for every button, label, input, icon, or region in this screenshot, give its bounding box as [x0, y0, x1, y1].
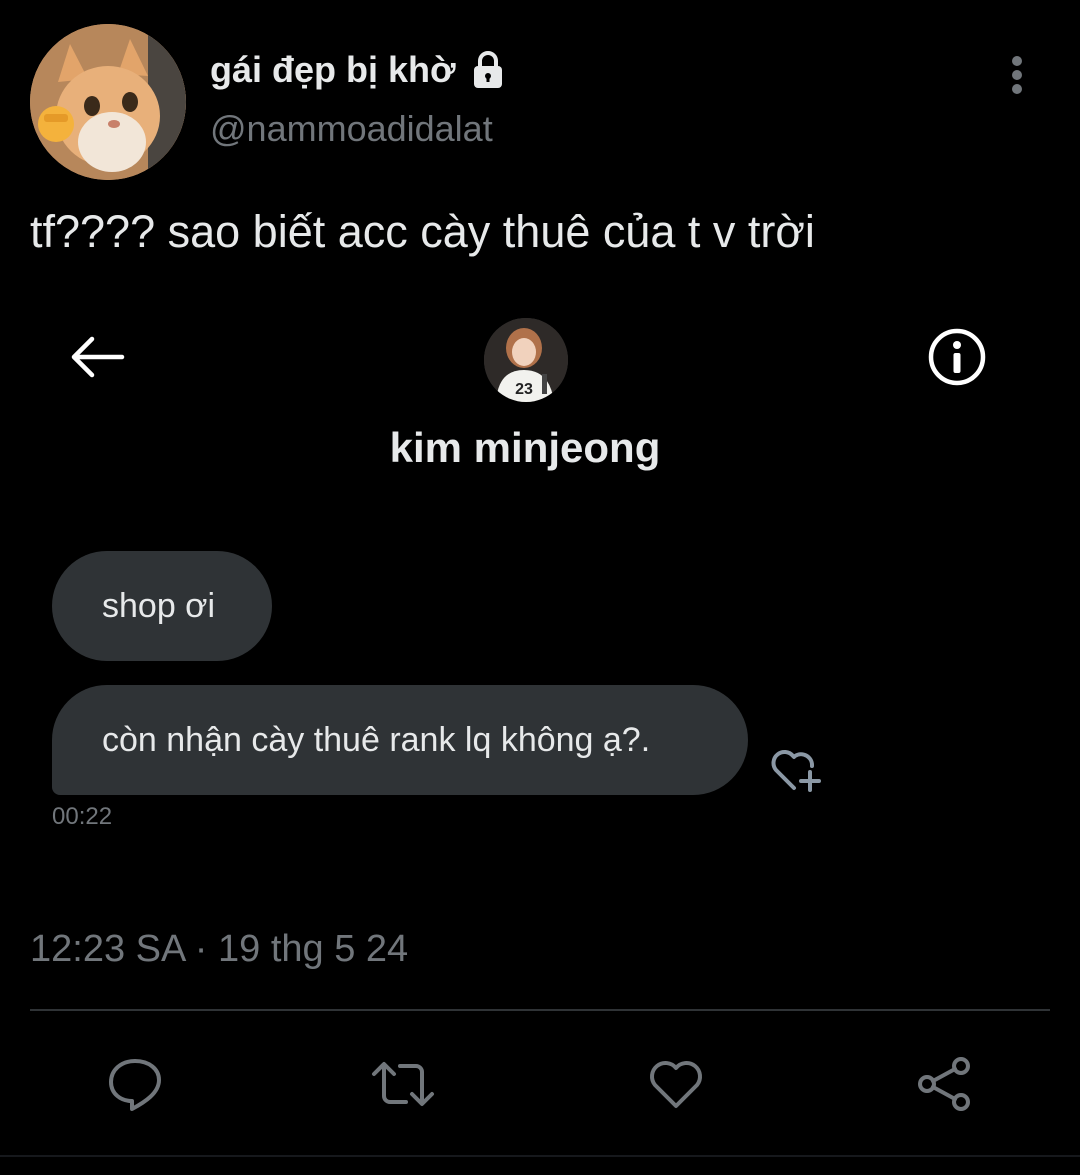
retweet-button[interactable] — [370, 1052, 436, 1116]
message-bubble: còn nhận cày thuê rank lq không ạ?. — [52, 685, 748, 795]
tweet-text: tf???? sao biết acc cày thuê của t v trờ… — [30, 206, 815, 257]
author-name-text: gái đẹp bị khờ — [210, 49, 456, 90]
back-button — [66, 332, 126, 382]
jersey-number: 23 — [515, 381, 533, 398]
author-avatar[interactable] — [30, 24, 186, 180]
divider — [30, 1009, 1050, 1011]
reply-button[interactable] — [102, 1052, 168, 1116]
tweet-page: gái đẹp bị khờ @nammoadidalat tf???? sao… — [0, 0, 1080, 1175]
message-text: còn nhận cày thuê rank lq không ạ?. — [102, 720, 651, 759]
author-display-name[interactable]: gái đẹp bị khờ — [210, 46, 510, 94]
share-icon — [918, 1057, 970, 1111]
heart-icon — [650, 1061, 702, 1108]
contact-avatar-image: 23 — [484, 318, 568, 402]
message-text: shop ơi — [102, 586, 216, 625]
contact-name: kim minjeong — [389, 424, 661, 471]
info-icon — [928, 328, 986, 386]
author-handle[interactable]: @nammoadidalat — [210, 108, 493, 150]
more-vertical-icon — [1012, 56, 1022, 94]
share-button[interactable] — [912, 1052, 978, 1116]
back-arrow-icon — [71, 336, 125, 378]
tweet-timestamp[interactable]: 12:23 SA · 19 thg 5 24 — [30, 928, 408, 971]
bottom-divider — [0, 1155, 1080, 1157]
message-timestamp: 00:22 — [52, 803, 113, 830]
retweet-icon — [372, 1062, 434, 1106]
add-reaction-button — [766, 742, 826, 796]
like-button[interactable] — [643, 1052, 709, 1116]
message-bubble: shop ơi — [52, 551, 272, 661]
conversation-info-button — [926, 326, 988, 388]
contact-avatar: 23 — [484, 318, 568, 402]
lock-icon — [473, 51, 502, 88]
heart-plus-icon — [771, 750, 821, 792]
cat-avatar-icon — [30, 24, 186, 180]
more-options-button[interactable] — [996, 48, 1038, 102]
reply-icon — [109, 1059, 161, 1111]
